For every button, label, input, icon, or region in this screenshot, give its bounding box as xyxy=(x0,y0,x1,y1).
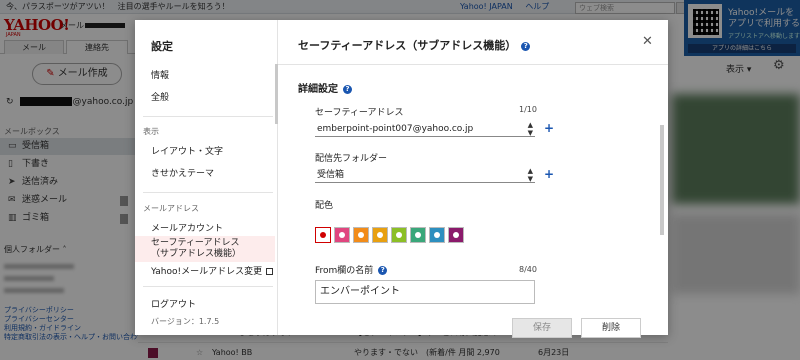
safety-address-line: セーフティーアドレス xyxy=(151,238,240,248)
color-swatch-blue[interactable] xyxy=(429,227,445,243)
logout-link[interactable]: ログアウト xyxy=(135,297,275,310)
detail-heading: 詳細設定? xyxy=(298,80,352,95)
close-icon[interactable]: ✕ xyxy=(642,34,653,49)
sidebar-item-theme[interactable]: きせかえテーマ xyxy=(135,166,275,179)
safety-address-select[interactable]: emberpoint-point007@yahoo.co.jp ▲ ▼ xyxy=(315,121,535,137)
color-swatch-none[interactable] xyxy=(315,227,331,243)
add-folder-icon[interactable]: + xyxy=(544,167,554,181)
sidebar-item-layout[interactable]: レイアウト・文字 xyxy=(135,144,275,157)
folder-select[interactable]: 受信箱 ▲ ▼ xyxy=(315,167,535,183)
save-button[interactable]: 保存 xyxy=(512,318,572,338)
sort-arrows-icon: ▲ ▼ xyxy=(527,167,533,183)
address-change-label: Yahoo!メールアドレス変更 xyxy=(151,267,263,277)
divider xyxy=(143,286,273,287)
safety-address-label: セーフティーアドレス xyxy=(315,108,404,118)
color-label: 配色 xyxy=(315,201,334,211)
folder-label: 配信先フォルダー xyxy=(315,154,388,164)
color-swatch-yellow[interactable] xyxy=(372,227,388,243)
color-swatch-orange[interactable] xyxy=(353,227,369,243)
detail-heading-text: 詳細設定 xyxy=(298,84,338,95)
help-icon[interactable]: ? xyxy=(343,84,352,94)
modal-header: セーフティーアドレス（サブアドレス機能）? ✕ xyxy=(278,20,668,65)
settings-modal: 設定 情報 全般 表示 レイアウト・文字 きせかえテーマ メールアドレス メール… xyxy=(135,20,668,338)
from-name-input[interactable]: エンバーポイント xyxy=(315,280,535,304)
section-address: メールアドレス xyxy=(143,204,199,213)
settings-title: 設定 xyxy=(151,40,173,53)
help-icon[interactable]: ? xyxy=(521,41,531,51)
panel-title-text: セーフティーアドレス（サブアドレス機能） xyxy=(298,39,517,52)
color-swatch-purple[interactable] xyxy=(448,227,464,243)
panel-title: セーフティーアドレス（サブアドレス機能）? xyxy=(298,37,531,53)
delete-button[interactable]: 削除 xyxy=(581,318,641,338)
section-display: 表示 xyxy=(143,127,159,136)
sidebar-item-safety-address[interactable]: セーフティーアドレス （サブアドレス機能） xyxy=(135,236,275,262)
safety-address-value: emberpoint-point007@yahoo.co.jp xyxy=(317,124,474,134)
sidebar-item-address-change[interactable]: Yahoo!メールアドレス変更 xyxy=(135,264,275,277)
from-name-label: From欄の名前? xyxy=(315,263,388,276)
add-safety-address-icon[interactable]: + xyxy=(544,121,554,135)
divider xyxy=(143,116,273,117)
sidebar-item-info[interactable]: 情報 xyxy=(135,68,275,81)
from-name-count: 8/40 xyxy=(519,265,537,274)
panel-scrollbar[interactable] xyxy=(660,125,664,235)
sidebar-item-mail-account[interactable]: メールアカウント xyxy=(135,221,275,234)
color-swatch-teal[interactable] xyxy=(410,227,426,243)
settings-sidebar: 設定 情報 全般 表示 レイアウト・文字 きせかえテーマ メールアドレス メール… xyxy=(135,20,278,335)
help-icon[interactable]: ? xyxy=(378,266,388,275)
color-swatch-pink[interactable] xyxy=(334,227,350,243)
version-text: バージョン：1.7.5 xyxy=(151,317,220,326)
external-link-icon xyxy=(266,268,274,275)
panel-body: 詳細設定? セーフティーアドレス 1/10 emberpoint-point00… xyxy=(278,65,668,338)
safety-address-line: （サブアドレス機能） xyxy=(151,249,242,259)
divider xyxy=(143,192,273,193)
folder-value: 受信箱 xyxy=(317,170,345,180)
from-name-label-text: From欄の名前 xyxy=(315,266,374,276)
safety-address-count: 1/10 xyxy=(519,105,537,114)
sidebar-item-general[interactable]: 全般 xyxy=(135,90,275,103)
color-swatch-green[interactable] xyxy=(391,227,407,243)
sort-arrows-icon: ▲ ▼ xyxy=(527,121,533,137)
